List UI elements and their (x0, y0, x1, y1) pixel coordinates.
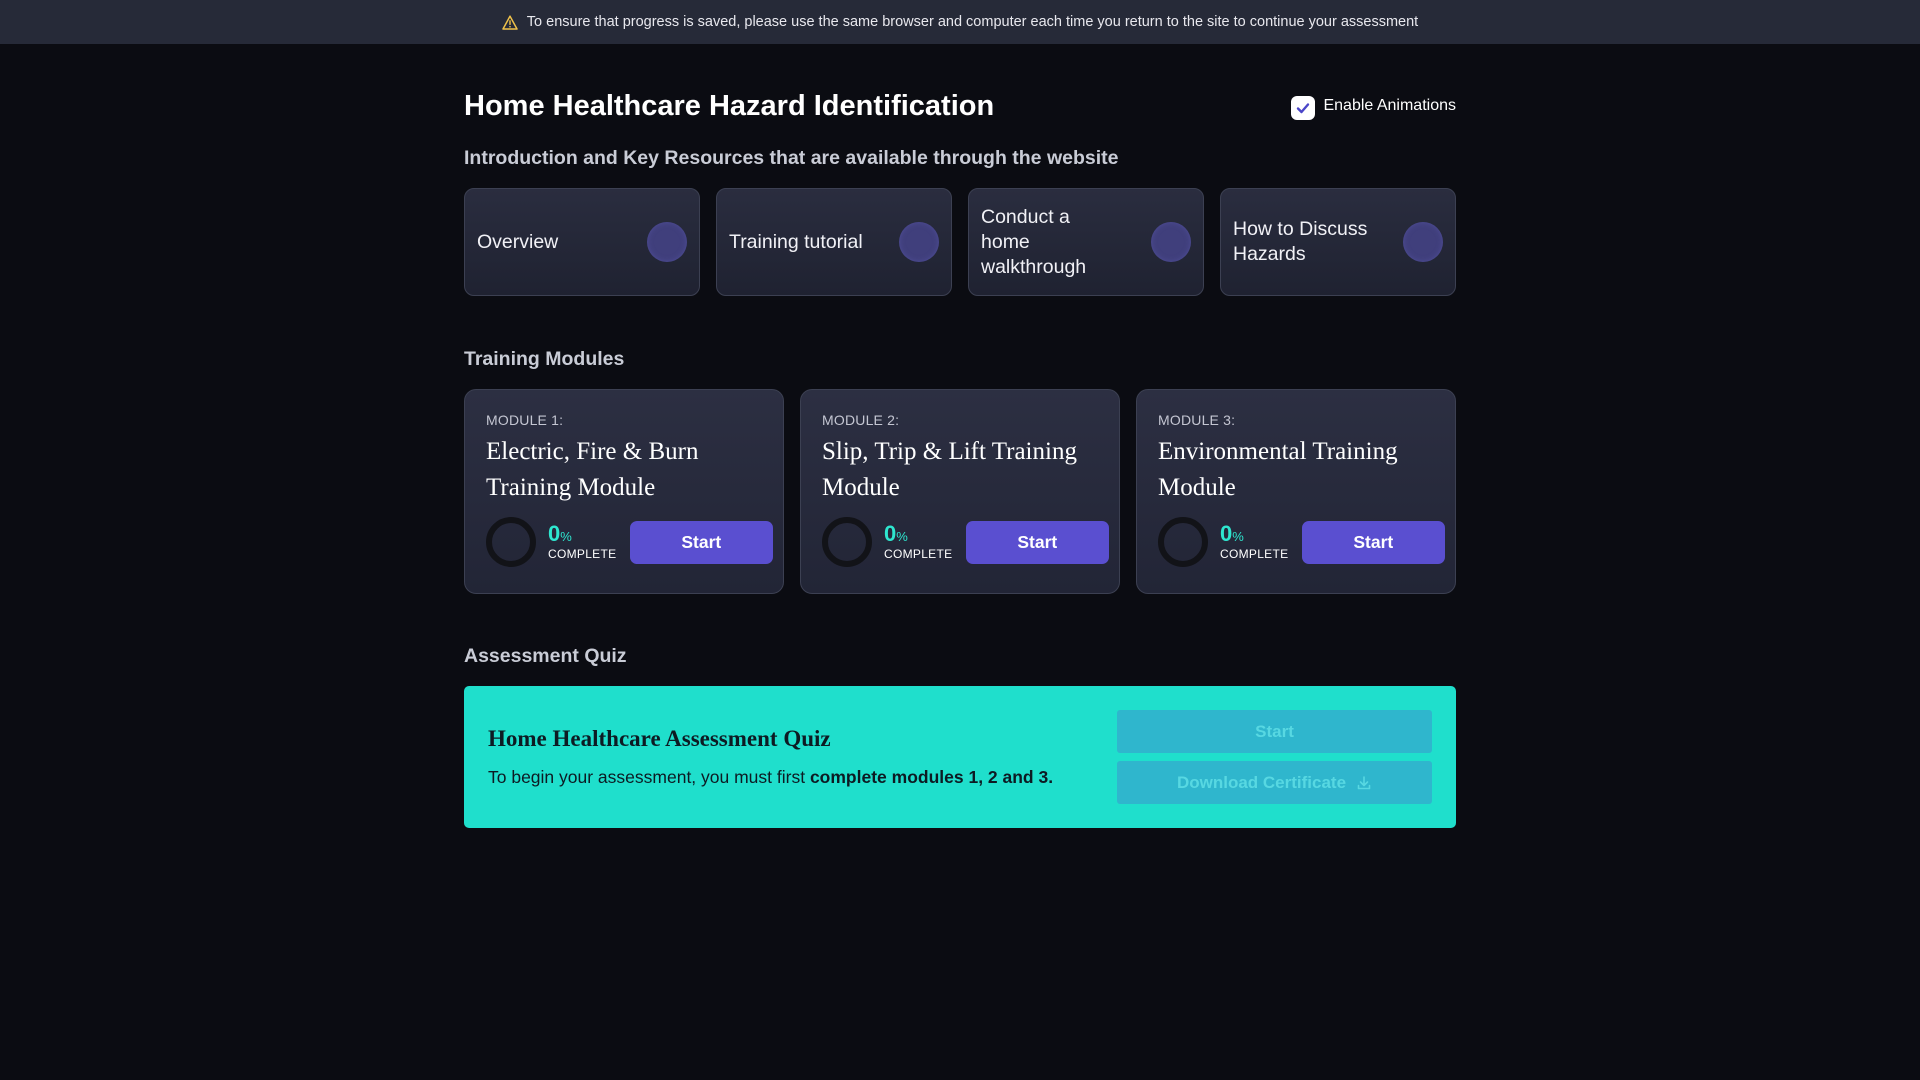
warning-icon (502, 14, 518, 30)
module-card-2: MODULE 2: Slip, Trip & Lift Training Mod… (800, 389, 1120, 594)
progress-ring (822, 517, 872, 567)
percent-sign: % (560, 528, 572, 544)
progress-text: 0% COMPLETE (884, 520, 966, 561)
resource-label: How to Discuss Hazards (1233, 218, 1368, 265)
training-modules-heading: Training Modules (464, 348, 625, 370)
module-footer: 0% COMPLETE Start (822, 517, 1109, 567)
enable-animations-label: Enable Animations (1323, 97, 1456, 114)
module-title: Electric, Fire & Burn Training Module (486, 438, 699, 501)
resource-play-icon (899, 222, 939, 262)
quiz-title: Home Healthcare Assessment Quiz (488, 726, 831, 751)
progress-ring (1158, 517, 1208, 567)
module-title: Slip, Trip & Lift Training Module (822, 438, 1077, 501)
progress-ring (486, 517, 536, 567)
module-title: Environmental Training Module (1158, 438, 1398, 501)
enable-animations-checkbox[interactable] (1291, 96, 1316, 120)
module-footer: 0% COMPLETE Start (486, 517, 773, 567)
quiz-description-requirement: complete modules 1, 2 and 3. (809, 767, 1054, 787)
complete-label: COMPLETE (884, 546, 953, 561)
intro-heading: Introduction and Key Resources that are … (464, 147, 1119, 169)
resource-label: Overview (477, 230, 559, 253)
complete-label: COMPLETE (548, 546, 617, 561)
progress-percent: 0 (1220, 520, 1233, 546)
quiz-description: To begin your assessment, you must first… (488, 767, 1053, 788)
module-3-start-button[interactable]: Start (1301, 520, 1445, 564)
module-number: MODULE 1: (486, 412, 564, 428)
module-card-3: MODULE 3: Environmental Training Module … (1136, 389, 1456, 594)
enable-animations-toggle[interactable]: Enable Animations (1291, 92, 1456, 120)
resource-cards: Overview Training tutorial Conduct a hom… (464, 188, 1456, 296)
module-number: MODULE 2: (822, 412, 900, 428)
resource-card-discuss-hazards[interactable]: How to Discuss Hazards (1220, 188, 1456, 296)
resource-play-icon (1403, 222, 1443, 262)
module-1-start-button[interactable]: Start (629, 520, 773, 564)
assessment-quiz-heading: Assessment Quiz (464, 645, 627, 667)
resource-play-icon (647, 222, 687, 262)
resource-card-overview[interactable]: Overview (464, 188, 700, 296)
percent-sign: % (896, 528, 908, 544)
progress-percent: 0 (884, 520, 897, 546)
quiz-description-text: To begin your assessment, you must first (488, 767, 810, 787)
resource-play-icon (1151, 222, 1191, 262)
quiz-start-button[interactable]: Start (1117, 710, 1432, 753)
resource-card-home-walkthrough[interactable]: Conduct a home walkthrough (968, 188, 1204, 296)
checkmark-icon (1297, 103, 1310, 114)
progress-percent: 0 (548, 520, 561, 546)
module-number: MODULE 3: (1158, 412, 1236, 428)
percent-sign: % (1232, 528, 1244, 544)
complete-label: COMPLETE (1220, 546, 1289, 561)
resource-card-training-tutorial[interactable]: Training tutorial (716, 188, 952, 296)
download-icon (1356, 775, 1372, 791)
module-2-start-button[interactable]: Start (965, 520, 1109, 564)
module-card-1: MODULE 1: Electric, Fire & Burn Training… (464, 389, 784, 594)
page-title: Home Healthcare Hazard Identification (464, 90, 995, 122)
banner-text: To ensure that progress is saved, please… (526, 14, 1419, 30)
progress-text: 0% COMPLETE (1220, 520, 1302, 561)
progress-text: 0% COMPLETE (548, 520, 630, 561)
save-progress-banner: To ensure that progress is saved, please… (0, 0, 1920, 44)
assessment-quiz-panel: Home Healthcare Assessment Quiz To begin… (464, 686, 1456, 828)
download-certificate-label: Download Certificate (1176, 772, 1347, 792)
page-header: Home Healthcare Hazard Identification En… (464, 82, 1456, 130)
module-cards: MODULE 1: Electric, Fire & Burn Training… (464, 389, 1456, 594)
resource-label: Training tutorial (729, 230, 863, 253)
resource-label: Conduct a home walkthrough (981, 205, 1087, 278)
module-footer: 0% COMPLETE Start (1158, 517, 1445, 567)
download-certificate-button[interactable]: Download Certificate (1117, 761, 1432, 804)
